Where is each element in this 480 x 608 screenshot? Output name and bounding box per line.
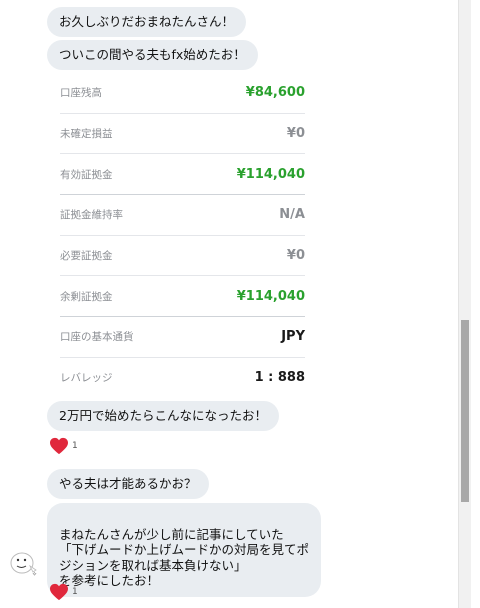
row-label: 有効証拠金 [60, 168, 113, 181]
reaction[interactable]: 1 [49, 437, 78, 455]
row-value: ¥0 [286, 126, 305, 142]
account-summary-card: 口座残高 ¥84,600 未確定損益 ¥0 有効証拠金 ¥114,040 証拠金… [47, 73, 318, 398]
row-value: ¥114,040 [236, 288, 305, 304]
heart-icon [50, 583, 68, 601]
account-row-required-margin: 必要証拠金 ¥0 [60, 236, 305, 277]
row-value: JPY [281, 329, 305, 345]
account-row-balance: 口座残高 ¥84,600 [60, 73, 305, 114]
message-text: ついこの間やる夫もfx始めたお！ [59, 47, 246, 62]
account-row-leverage: レバレッジ 1 : 888 [60, 358, 305, 398]
reaction-count: 1 [72, 587, 78, 597]
account-row-free-margin: 余剰証拠金 ¥114,040 [60, 276, 305, 318]
row-label: 口座の基本通貨 [60, 331, 134, 344]
character-avatar-icon: ✧ [10, 552, 37, 578]
account-row-equity: 有効証拠金 ¥114,040 [60, 154, 305, 196]
row-value: ¥114,040 [236, 166, 305, 182]
message-bubble[interactable]: まねたんさんが少し前に記事にしていた 「下げムードか上げムードかの対局を見てポ … [47, 503, 322, 597]
heart-icon [50, 437, 68, 455]
row-label: 余剰証拠金 [60, 290, 113, 303]
message-text: やる夫は才能あるかお？ [59, 476, 197, 491]
row-label: 証拠金維持率 [60, 209, 123, 222]
message-text: まねたんさんが少し前に記事にしていた 「下げムードか上げムードかの対局を見てポ … [59, 526, 310, 589]
avatar[interactable]: ✧ [6, 546, 40, 580]
reaction[interactable]: 1 [49, 583, 78, 601]
row-label: 口座残高 [60, 87, 102, 100]
message-bubble[interactable]: お久しぶりだおまねたんさん！ [47, 7, 247, 37]
row-label: 必要証拠金 [60, 250, 113, 263]
account-row-margin-level: 証拠金維持率 N/A [60, 195, 305, 236]
account-row-unrealized-pl: 未確定損益 ¥0 [60, 114, 305, 155]
row-value: N/A [279, 207, 305, 223]
vertical-scrollbar[interactable] [458, 0, 471, 608]
chat-thread: お久しぶりだおまねたんさん！ ついこの間やる夫もfx始めたお！ 口座残高 ¥84… [0, 0, 458, 608]
svg-text:✧: ✧ [32, 571, 37, 578]
row-value: ¥0 [286, 248, 305, 264]
row-label: レバレッジ [60, 372, 113, 385]
message-bubble[interactable]: やる夫は才能あるかお？ [47, 469, 209, 499]
reaction-count: 1 [72, 441, 78, 451]
row-value: ¥84,600 [245, 85, 305, 101]
message-bubble[interactable]: ついこの間やる夫もfx始めたお！ [47, 40, 258, 70]
message-text: 2万円で始めたらこんなになったお！ [59, 408, 267, 423]
row-label: 未確定損益 [60, 128, 113, 141]
scrollbar-thumb[interactable] [461, 320, 469, 502]
message-text: お久しぶりだおまねたんさん！ [59, 14, 235, 29]
row-value: 1 : 888 [254, 370, 305, 386]
account-row-base-currency: 口座の基本通貨 JPY [60, 317, 305, 358]
message-bubble[interactable]: 2万円で始めたらこんなになったお！ [47, 401, 279, 431]
